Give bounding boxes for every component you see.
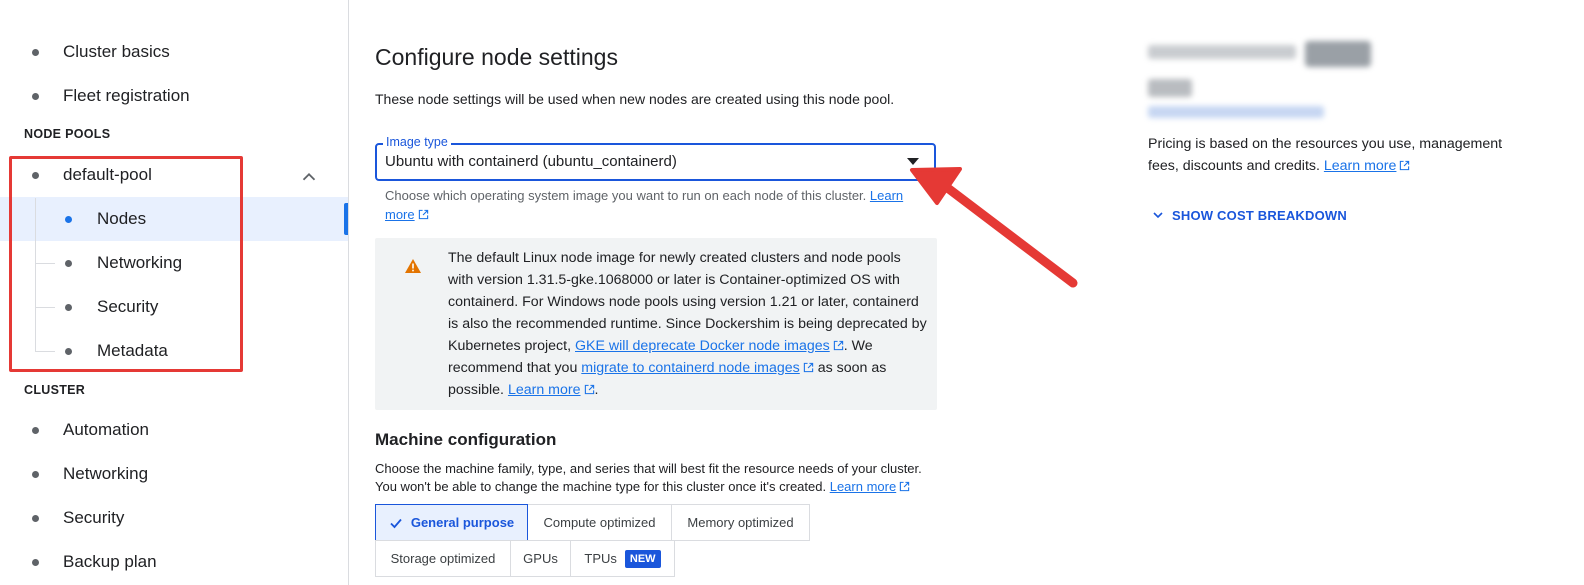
redacted-badge [1305,41,1371,67]
bullet-icon [32,48,39,56]
sidebar-item-networking[interactable]: Networking [0,452,348,496]
tab-storage-optimized[interactable]: Storage optimized [375,540,511,577]
dropdown-caret-icon[interactable] [907,158,919,165]
tab-tpus[interactable]: TPUs NEW [570,540,675,577]
tab-gpus[interactable]: GPUs [510,540,571,577]
tab-label: Memory optimized [687,515,794,530]
external-link-icon [803,362,813,373]
pricing-info: Pricing is based on the resources you us… [1148,133,1528,177]
check-icon [390,518,402,528]
tab-memory-optimized[interactable]: Memory optimized [672,504,810,541]
bullet-icon [32,558,39,566]
sidebar-item-security[interactable]: Security [0,496,348,540]
warning-icon [405,259,421,273]
show-cost-breakdown-button[interactable]: SHOW COST BREAKDOWN [1150,207,1347,223]
sidebar-item-label: Automation [63,420,149,439]
external-link-icon [584,384,594,395]
tab-label: GPUs [523,551,558,566]
tab-label: TPUs [584,551,617,566]
image-type-helper: Choose which operating system image you … [385,186,925,224]
sidebar-item-fleet-registration[interactable]: Fleet registration [0,74,348,118]
tab-compute-optimized[interactable]: Compute optimized [528,504,672,541]
sidebar-item-cluster-basics[interactable]: Cluster basics [0,30,348,74]
learn-more-link[interactable]: Learn more [1324,158,1411,174]
sidebar-item-label: Security [63,508,125,527]
tab-label: Storage optimized [390,551,496,566]
section-label-node-pools: NODE POOLS [24,127,111,141]
tab-label: Compute optimized [543,515,656,530]
external-link-icon [418,209,428,220]
sidebar-item-label: Networking [63,464,149,483]
migrate-containerd-link[interactable]: migrate to containerd node images [581,360,813,376]
cost-breakdown-label: SHOW COST BREAKDOWN [1172,207,1347,223]
redacted-cost-note [1148,106,1324,118]
learn-more-link[interactable]: Learn more [830,479,910,494]
redacted-cost-value [1148,79,1192,97]
gke-deprecate-docker-link[interactable]: GKE will deprecate Docker node images [575,338,844,354]
external-link-icon [833,340,843,351]
learn-more-link[interactable]: Learn more [508,382,595,398]
image-type-label: Image type [383,135,451,149]
sidebar-item-label: Fleet registration [63,86,190,105]
sidebar-item-label: Backup plan [63,552,157,571]
page-title: Configure node settings [375,44,618,70]
chevron-down-icon [1153,212,1163,219]
new-badge: NEW [624,549,661,568]
machine-config-title: Machine configuration [375,430,557,449]
external-link-icon [900,481,910,492]
bullet-icon [32,92,39,100]
section-label-cluster: CLUSTER [24,383,86,397]
machine-config-description: Choose the machine family, type, and ser… [375,460,945,496]
bullet-icon [32,470,39,478]
chevron-up-icon[interactable] [298,166,320,188]
annotation-highlight-box [9,156,243,372]
tab-general-purpose[interactable]: General purpose [375,504,528,541]
sidebar-item-backup-plan[interactable]: Backup plan [0,540,348,584]
bullet-icon [32,514,39,522]
bullet-icon [32,426,39,434]
helper-text: Choose which operating system image you … [385,188,867,203]
external-link-icon [1400,160,1410,171]
image-type-value[interactable]: Ubuntu with containerd (ubuntu_container… [385,153,677,170]
sidebar-item-label: Cluster basics [63,42,170,61]
page-description: These node settings will be used when ne… [375,91,895,107]
warning-text-part: . [594,382,599,398]
sidebar-nav: Cluster basics Fleet registration NODE P… [0,0,349,585]
warning-text: The default Linux node image for newly c… [448,247,928,401]
tab-label: General purpose [410,515,515,530]
sidebar-item-automation[interactable]: Automation [0,408,348,452]
redacted-cost-label [1148,45,1296,59]
